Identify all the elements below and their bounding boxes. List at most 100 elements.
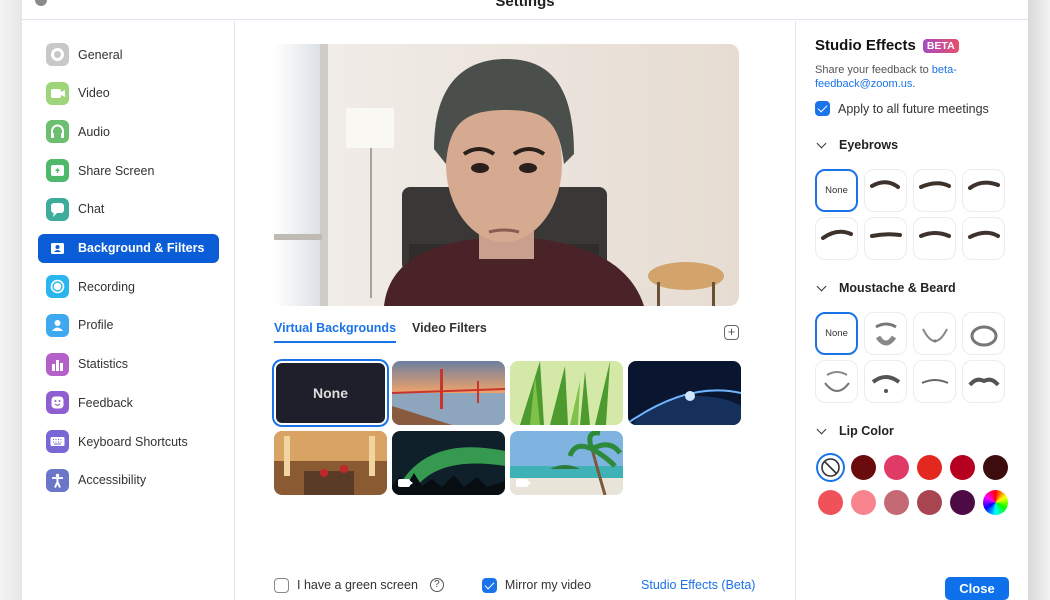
grass-thumbnail	[510, 361, 623, 425]
sidebar-item-accessibility[interactable]: Accessibility	[38, 466, 219, 495]
mirror-video-label: Mirror my video	[504, 578, 592, 592]
close-button[interactable]: Close	[945, 577, 1009, 600]
eyebrow-style-6[interactable]	[913, 217, 956, 260]
sidebar-item-recording[interactable]: Recording	[38, 272, 219, 301]
sidebar-item-label: Accessibility	[78, 473, 147, 488]
eyebrow-style-3[interactable]	[962, 169, 1005, 212]
beard-style-icon	[871, 374, 900, 393]
studio-effects-link[interactable]: Studio Effects (Beta)	[641, 578, 755, 592]
background-beach[interactable]	[510, 431, 623, 495]
sidebar-item-label: General	[78, 47, 123, 62]
green-screen-checkbox[interactable]	[274, 577, 289, 593]
beard-style-5[interactable]	[864, 360, 907, 403]
background-golden-gate[interactable]	[392, 361, 505, 425]
sidebar-item-background-filters[interactable]: Background & Filters	[38, 233, 219, 263]
sidebar-item-video[interactable]: Video	[38, 79, 219, 108]
beard-style-3[interactable]	[962, 312, 1005, 355]
eyebrow-style-icon	[967, 180, 1000, 190]
beard-style-icon	[874, 322, 897, 345]
beard-section-toggle[interactable]: Moustache & Beard	[816, 281, 956, 295]
lip-color-swatch[interactable]	[884, 455, 909, 480]
eyebrow-style-5[interactable]	[864, 217, 907, 260]
tab-video-filters[interactable]: Video Filters	[412, 321, 487, 343]
headphones-icon	[46, 120, 69, 144]
background-hotel-lobby[interactable]	[274, 431, 387, 495]
lip-color-swatch[interactable]	[983, 455, 1008, 480]
beard-style-2[interactable]	[913, 312, 956, 355]
gear-icon	[46, 43, 69, 66]
background-none[interactable]: None	[274, 361, 387, 425]
sidebar-item-label: Statistics	[78, 357, 129, 372]
background-options: I have a green screen ? Mirror my video …	[274, 576, 774, 594]
studio-effects-panel: Studio Effects BETA Share your feedback …	[795, 21, 1028, 600]
beard-style-icon	[967, 377, 1000, 386]
profile-icon	[46, 313, 69, 337]
background-earth[interactable]	[628, 361, 741, 425]
beard-style-6[interactable]	[913, 360, 956, 403]
chevron-down-icon	[816, 424, 827, 434]
background-aurora[interactable]	[392, 431, 505, 495]
lip-color-swatch[interactable]	[917, 490, 942, 515]
video-camera-icon	[46, 81, 69, 105]
record-icon	[46, 275, 69, 299]
add-background-button[interactable]: +	[724, 325, 739, 340]
tab-virtual-backgrounds[interactable]: Virtual Backgrounds	[274, 321, 397, 343]
eyebrow-style-7[interactable]	[962, 217, 1005, 260]
lip-color-swatch[interactable]	[851, 490, 876, 515]
beta-badge: BETA	[922, 38, 959, 53]
eyebrow-style-2[interactable]	[913, 169, 956, 212]
help-icon[interactable]: ?	[429, 578, 444, 592]
lip-color-title: Lip Color	[839, 424, 894, 438]
desktop-right	[1028, 0, 1050, 600]
sidebar-item-label: Keyboard Shortcuts	[78, 434, 188, 449]
sidebar-item-feedback[interactable]: Feedback	[38, 388, 219, 417]
desktop-left	[0, 0, 22, 600]
sidebar-item-label: Share Screen	[78, 163, 155, 178]
eyebrow-style-4[interactable]	[815, 217, 858, 260]
lip-color-swatch[interactable]	[917, 455, 942, 480]
sidebar-item-chat[interactable]: Chat	[38, 195, 219, 224]
keyboard-icon	[46, 430, 69, 453]
sidebar-item-audio[interactable]: Audio	[38, 117, 219, 146]
no-color-icon	[821, 458, 840, 477]
chevron-down-icon	[816, 281, 827, 291]
sidebar: General Video Audio Share Screen Chat Backgro…	[22, 21, 235, 600]
lip-color-swatch[interactable]	[818, 490, 843, 515]
beard-title: Moustache & Beard	[839, 281, 956, 295]
beard-style-1[interactable]	[864, 312, 907, 355]
lip-color-swatch[interactable]	[950, 490, 975, 515]
sidebar-item-general[interactable]: General	[38, 40, 219, 69]
lip-color-swatch[interactable]	[884, 490, 909, 515]
beard-none[interactable]: None	[815, 312, 858, 355]
sidebar-item-keyboard-shortcuts[interactable]: Keyboard Shortcuts	[38, 427, 219, 456]
background-grass[interactable]	[510, 361, 623, 425]
hotel-lobby-thumbnail	[274, 431, 387, 495]
eyebrow-style-1[interactable]	[864, 169, 907, 212]
background-tabs: Virtual Backgrounds Video Filters	[274, 321, 503, 343]
feedback-suffix: .	[912, 77, 916, 90]
sidebar-item-statistics[interactable]: Statistics	[38, 350, 219, 379]
eyebrow-style-icon	[869, 231, 902, 238]
sidebar-item-label: Recording	[78, 279, 135, 294]
lip-color-swatch[interactable]	[851, 455, 876, 480]
lip-color-section-toggle[interactable]: Lip Color	[816, 424, 894, 438]
eyebrows-section-toggle[interactable]: Eyebrows	[816, 138, 898, 152]
sidebar-item-share-screen[interactable]: Share Screen	[38, 156, 219, 185]
eyebrow-none[interactable]: None	[815, 169, 858, 212]
sidebar-item-profile[interactable]: Profile	[38, 311, 219, 340]
eyebrow-style-icon	[820, 229, 853, 240]
green-screen-label: I have a green screen	[297, 578, 418, 592]
settings-window: Settings General Video Audio Share Screen Ch…	[22, 0, 1028, 600]
lip-color-none[interactable]	[818, 455, 843, 480]
beard-style-4[interactable]	[815, 360, 858, 403]
beard-style-icon	[921, 328, 948, 342]
apply-all-label: Apply to all future meetings	[838, 101, 989, 116]
beard-style-7[interactable]	[962, 360, 1005, 403]
accessibility-icon	[46, 468, 69, 492]
lip-color-swatch[interactable]	[950, 455, 975, 480]
lip-color-custom[interactable]	[983, 490, 1008, 515]
sidebar-item-label: Video	[78, 86, 110, 101]
apply-all-checkbox[interactable]	[815, 101, 830, 116]
window-title: Settings	[495, 0, 555, 10]
mirror-video-checkbox[interactable]	[481, 577, 497, 593]
